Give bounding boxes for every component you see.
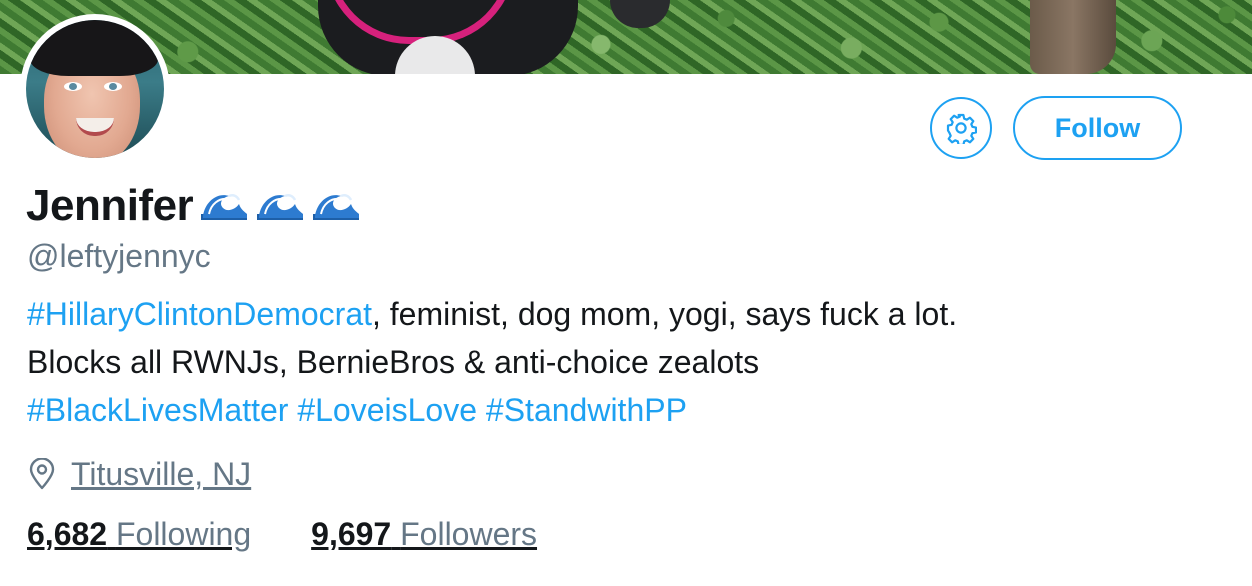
profile-name-row: Jennifer	[26, 180, 361, 232]
banner-dog-paw	[610, 0, 670, 28]
avatar-hair	[30, 20, 158, 76]
followers-stat[interactable]: 9,697 Followers	[311, 516, 537, 553]
bio-text: Blocks all RWNJs, BernieBros & anti-choi…	[27, 344, 760, 380]
hashtag-link[interactable]: #LoveisLove	[297, 392, 477, 428]
avatar-eye-right	[104, 82, 122, 91]
followers-count: 9,697	[311, 515, 392, 552]
following-label: Following	[115, 515, 252, 552]
followers-label: Followers	[400, 515, 538, 552]
follow-button[interactable]: Follow	[1013, 96, 1182, 160]
profile-handle: @leftyjennyc	[27, 238, 211, 274]
avatar-photo	[26, 20, 164, 158]
banner-stick	[1030, 0, 1116, 74]
avatar-eye-left	[64, 82, 82, 91]
location-link[interactable]: Titusville, NJ	[71, 456, 251, 493]
hashtag-link[interactable]: #StandwithPP	[486, 392, 687, 428]
profile-banner[interactable]	[0, 0, 1252, 74]
following-stat[interactable]: 6,682 Following	[27, 516, 251, 553]
hashtag-link[interactable]: #BlackLivesMatter	[27, 392, 288, 428]
wave-emoji-icon	[257, 193, 304, 220]
location-pin-icon	[29, 458, 55, 490]
profile-bio: #HillaryClintonDemocrat, feminist, dog m…	[27, 290, 1227, 434]
profile-location: Titusville, NJ	[27, 452, 251, 496]
settings-button[interactable]	[930, 97, 992, 159]
wave-emoji-icon	[313, 193, 360, 220]
bio-text: , feminist, dog mom, yogi, says fuck a l…	[372, 296, 958, 332]
following-count: 6,682	[27, 515, 108, 552]
profile-name: Jennifer	[26, 181, 194, 230]
profile-stats: 6,682 Following 9,697 Followers	[27, 512, 537, 556]
gear-icon	[946, 113, 977, 144]
avatar[interactable]	[20, 14, 170, 164]
wave-emoji-icon	[201, 193, 248, 220]
hashtag-link[interactable]: #HillaryClintonDemocrat	[27, 296, 372, 332]
